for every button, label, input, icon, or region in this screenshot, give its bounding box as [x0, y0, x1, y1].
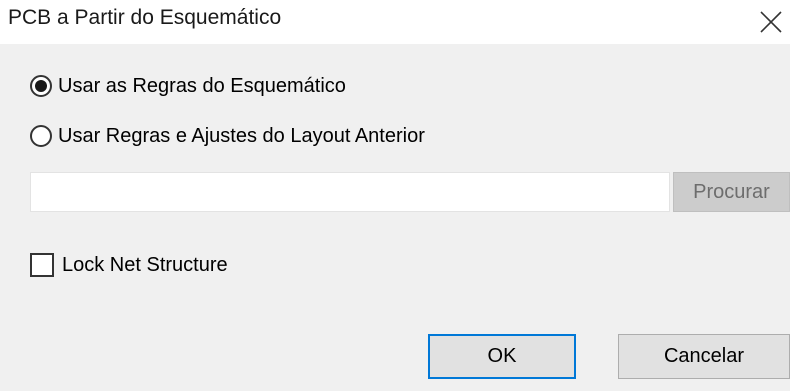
cancel-button[interactable]: Cancelar: [618, 334, 790, 379]
pcb-from-schematic-dialog: PCB a Partir do Esquemático Usar as Regr…: [0, 0, 790, 391]
option-previous-layout-label: Usar Regras e Ajustes do Layout Anterior: [58, 124, 425, 147]
close-button[interactable]: [752, 3, 790, 39]
radio-dot: [35, 80, 47, 92]
browse-button[interactable]: Procurar: [673, 172, 790, 212]
layout-file-input[interactable]: [30, 172, 670, 212]
option-previous-layout[interactable]: Usar Regras e Ajustes do Layout Anterior: [30, 121, 425, 151]
close-icon: [760, 11, 782, 33]
option-schematic-rules-label: Usar as Regras do Esquemático: [58, 74, 346, 97]
lock-net-structure-option[interactable]: Lock Net Structure: [30, 250, 228, 280]
radio-button-selected[interactable]: [30, 75, 52, 97]
lock-net-structure-label: Lock Net Structure: [62, 253, 228, 276]
title-bar: PCB a Partir do Esquemático: [0, 0, 790, 44]
dialog-title: PCB a Partir do Esquemático: [8, 6, 282, 29]
ok-button[interactable]: OK: [428, 334, 576, 379]
radio-button[interactable]: [30, 125, 52, 147]
lock-net-structure-checkbox[interactable]: [30, 253, 54, 277]
dialog-content: Usar as Regras do Esquemático Usar Regra…: [0, 44, 790, 391]
option-schematic-rules[interactable]: Usar as Regras do Esquemático: [30, 71, 346, 101]
